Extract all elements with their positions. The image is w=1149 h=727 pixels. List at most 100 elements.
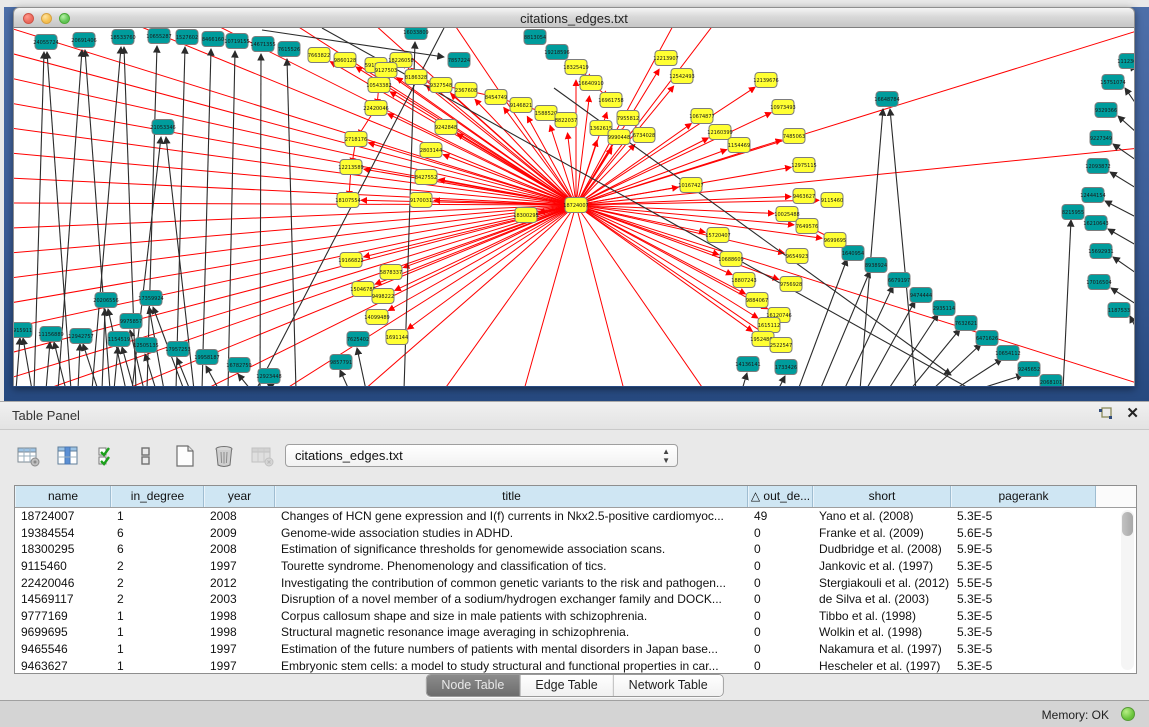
table-cell[interactable]: Tibbo et al. (1998)	[813, 609, 951, 623]
table-cell[interactable]: 0	[748, 625, 813, 639]
graph-node[interactable]: 15751074	[1100, 75, 1125, 90]
graph-node[interactable]: 17957253	[165, 342, 190, 357]
table-cell[interactable]: Stergiakouli et al. (2012)	[813, 576, 951, 590]
graph-node[interactable]: 7615526	[278, 42, 300, 57]
table-cell[interactable]: Jankovic et al. (1997)	[813, 559, 951, 573]
table-cell[interactable]: Genome-wide association studies in ADHD.	[275, 526, 748, 540]
graph-node[interactable]: 10025488	[774, 207, 799, 222]
table-cell[interactable]: Investigating the contribution of common…	[275, 576, 748, 590]
table-cell[interactable]: 0	[748, 526, 813, 540]
graph-node[interactable]: 17359924	[138, 291, 163, 306]
table-cell[interactable]: 1	[111, 642, 204, 656]
graph-node[interactable]: 9498222	[372, 289, 394, 304]
table-cell[interactable]: Changes of HCN gene expression and I(f) …	[275, 509, 748, 523]
graph-node[interactable]: 18325419	[563, 60, 588, 75]
graph-node[interactable]: 9127503	[375, 63, 397, 78]
table-cell[interactable]: 22420046	[15, 576, 111, 590]
scrollbar-thumb[interactable]	[1122, 512, 1133, 536]
table-cell[interactable]: 2003	[204, 592, 275, 606]
table-cell[interactable]: Corpus callosum shape and size in male p…	[275, 609, 748, 623]
graph-node[interactable]: 18533760	[110, 30, 135, 45]
graph-node[interactable]: 9463627	[793, 189, 815, 204]
graph-node[interactable]: 14099489	[364, 310, 389, 325]
graph-node[interactable]: 8454749	[485, 90, 507, 105]
table-cell[interactable]: 1998	[204, 625, 275, 639]
table-cell[interactable]: 0	[748, 642, 813, 656]
table-cell[interactable]: 5.3E-5	[951, 625, 1096, 639]
graph-node[interactable]: 10543382	[366, 78, 391, 93]
table-cell[interactable]: 19384554	[15, 526, 111, 540]
table-cell[interactable]: Nakamura et al. (1997)	[813, 642, 951, 656]
graph-node[interactable]: 15692931	[1088, 244, 1113, 259]
table-cell[interactable]: Disruption of a novel member of a sodium…	[275, 592, 748, 606]
graph-node[interactable]: 19166822	[338, 253, 363, 268]
table-cell[interactable]: Estimation of significance thresholds fo…	[275, 542, 748, 556]
table-cell[interactable]: 9115460	[15, 559, 111, 573]
table-cell[interactable]: 0	[748, 659, 813, 673]
graph-node[interactable]: 1691144	[386, 330, 408, 345]
graph-node[interactable]: 12444154	[1080, 188, 1105, 203]
graph-node[interactable]: 9327548	[430, 78, 452, 93]
table-row[interactable]: 1830029562008Estimation of significance …	[15, 541, 1136, 558]
column-header-name[interactable]: name	[15, 486, 111, 507]
table-cell[interactable]: 2008	[204, 542, 275, 556]
graph-node[interactable]: 18107554	[335, 193, 360, 208]
table-row[interactable]: 1456911722003Disruption of a novel membe…	[15, 591, 1136, 608]
table-cell[interactable]: 1997	[204, 559, 275, 573]
graph-node[interactable]: 9170031	[410, 193, 432, 208]
table-cell[interactable]: 9465546	[15, 642, 111, 656]
graph-node[interactable]: 10167427	[678, 178, 703, 193]
graph-node[interactable]: 12942757	[68, 329, 93, 344]
graph-node[interactable]: 9860128	[334, 53, 356, 68]
graph-node[interactable]: 2718176	[345, 132, 367, 147]
graph-node[interactable]: 1527602	[176, 30, 198, 45]
table-cell[interactable]: 6	[111, 542, 204, 556]
graph-node[interactable]: 7485063	[783, 129, 805, 144]
graph-node[interactable]: 9146821	[510, 98, 532, 113]
graph-node[interactable]: 16640910	[578, 76, 603, 91]
graph-node[interactable]: 7649576	[796, 219, 818, 234]
table-settings-icon[interactable]	[14, 442, 44, 470]
table-cell[interactable]: Structural magnetic resonance image aver…	[275, 625, 748, 639]
column-visibility-icon[interactable]	[92, 442, 122, 470]
delete-table-icon[interactable]	[248, 442, 278, 470]
graph-node[interactable]: 2068101	[1040, 375, 1062, 387]
graph-node[interactable]: 10655287	[146, 29, 171, 44]
graph-node[interactable]: 1154519	[108, 332, 130, 347]
table-cell[interactable]: 14569117	[15, 592, 111, 606]
table-cell[interactable]: 5.3E-5	[951, 559, 1096, 573]
graph-node[interactable]: 9227349	[1090, 131, 1112, 146]
graph-node[interactable]: 7955812	[617, 111, 639, 126]
graph-node[interactable]: 11156889	[38, 327, 63, 342]
graph-node[interactable]: 9990448	[608, 130, 630, 145]
new-table-icon[interactable]	[170, 442, 200, 470]
table-cell[interactable]: 0	[748, 592, 813, 606]
graph-node[interactable]: 8466160	[202, 32, 224, 47]
table-cell[interactable]: 49	[748, 509, 813, 523]
graph-node[interactable]: 12923448	[256, 369, 281, 384]
graph-node[interactable]: 11123648	[1117, 54, 1135, 69]
table-cell[interactable]: 5.3E-5	[951, 509, 1096, 523]
graph-node[interactable]: 6734028	[633, 128, 655, 143]
graph-node[interactable]: 19218596	[544, 45, 569, 60]
table-cell[interactable]: 5.5E-5	[951, 576, 1096, 590]
table-cell[interactable]: 5.6E-5	[951, 526, 1096, 540]
graph-node[interactable]: 1615112	[758, 318, 780, 333]
graph-node[interactable]: 7632621	[955, 316, 977, 331]
graph-node[interactable]: 7625402	[347, 332, 369, 347]
table-cell[interactable]: Dudbridge et al. (2008)	[813, 542, 951, 556]
graph-node[interactable]: 18807243	[731, 273, 756, 288]
graph-node[interactable]: 16648784	[874, 92, 899, 107]
table-row[interactable]: 1872400712008Changes of HCN gene express…	[15, 508, 1136, 525]
table-cell[interactable]: 0	[748, 559, 813, 573]
graph-node[interactable]: 1640954	[842, 246, 864, 261]
graph-node[interactable]: 7857224	[448, 53, 470, 68]
graph-node[interactable]: 9329366	[1095, 103, 1117, 118]
table-cell[interactable]: Tourette syndrome. Phenomenology and cla…	[275, 559, 748, 573]
table-cell[interactable]: Yano et al. (2008)	[813, 509, 951, 523]
table-cell[interactable]: 0	[748, 609, 813, 623]
table-row[interactable]: 911546021997Tourette syndrome. Phenomeno…	[15, 558, 1136, 575]
vertical-scrollbar[interactable]	[1121, 510, 1134, 670]
table-cell[interactable]: 1	[111, 625, 204, 639]
graph-node[interactable]: 9857791	[330, 355, 352, 370]
